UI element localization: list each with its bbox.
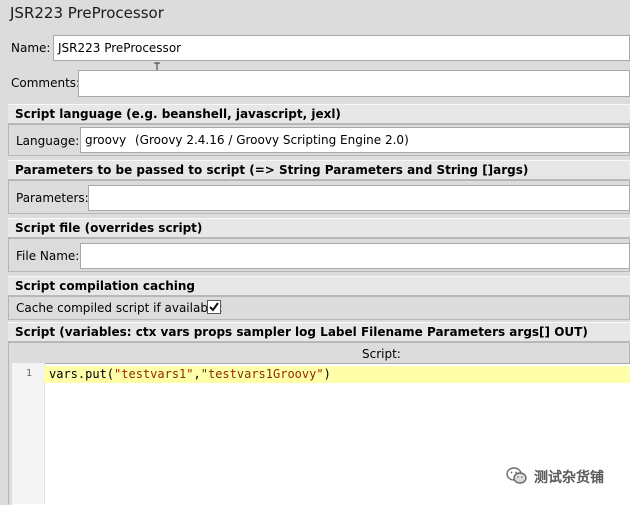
script-file-title: Script file (overrides script) xyxy=(15,221,203,235)
checkmark-icon xyxy=(209,302,219,312)
script-title: Script (variables: ctx vars props sample… xyxy=(15,325,588,339)
code-separator: , xyxy=(193,367,201,381)
parameters-label: Parameters: xyxy=(16,191,89,205)
name-input[interactable]: JSR223 PreProcessor xyxy=(53,35,630,61)
wechat-logo-icon xyxy=(506,466,528,486)
language-label: Language: xyxy=(16,134,80,148)
file-name-label: File Name: xyxy=(16,249,80,263)
caching-title: Script compilation caching xyxy=(15,279,195,293)
comments-input[interactable] xyxy=(78,70,630,97)
code-string-2: "testvars1Groovy" xyxy=(200,367,324,381)
code-line[interactable]: vars.put("testvars1","testvars1Groovy") xyxy=(49,367,331,381)
script-editor-header: Script: xyxy=(362,347,401,361)
line-number-gutter xyxy=(12,363,45,504)
cache-checkbox-label: Cache compiled script if available: xyxy=(16,301,223,315)
language-selected-name: groovy xyxy=(85,133,127,147)
code-prefix: vars.put( xyxy=(49,367,115,381)
watermark-text: 测试杂货铺 xyxy=(534,470,604,486)
code-suffix: ) xyxy=(323,367,331,381)
page-title: JSR223 PreProcessor xyxy=(10,4,164,22)
language-selected-desc: (Groovy 2.4.16 / Groovy Scripting Engine… xyxy=(135,133,409,147)
script-language-title: Script language (e.g. beanshell, javascr… xyxy=(15,107,341,121)
file-name-input[interactable] xyxy=(80,243,630,269)
comments-label: Comments: xyxy=(11,76,81,90)
line-number: 1 xyxy=(26,368,33,379)
code-string-1: "testvars1" xyxy=(114,367,194,381)
name-label: Name: xyxy=(11,41,51,55)
language-select[interactable]: groovy (Groovy 2.4.16 / Groovy Scripting… xyxy=(80,127,630,153)
parameters-title: Parameters to be passed to script (=> St… xyxy=(15,163,529,177)
parameters-input[interactable] xyxy=(88,185,630,211)
cache-checkbox[interactable] xyxy=(207,300,221,314)
